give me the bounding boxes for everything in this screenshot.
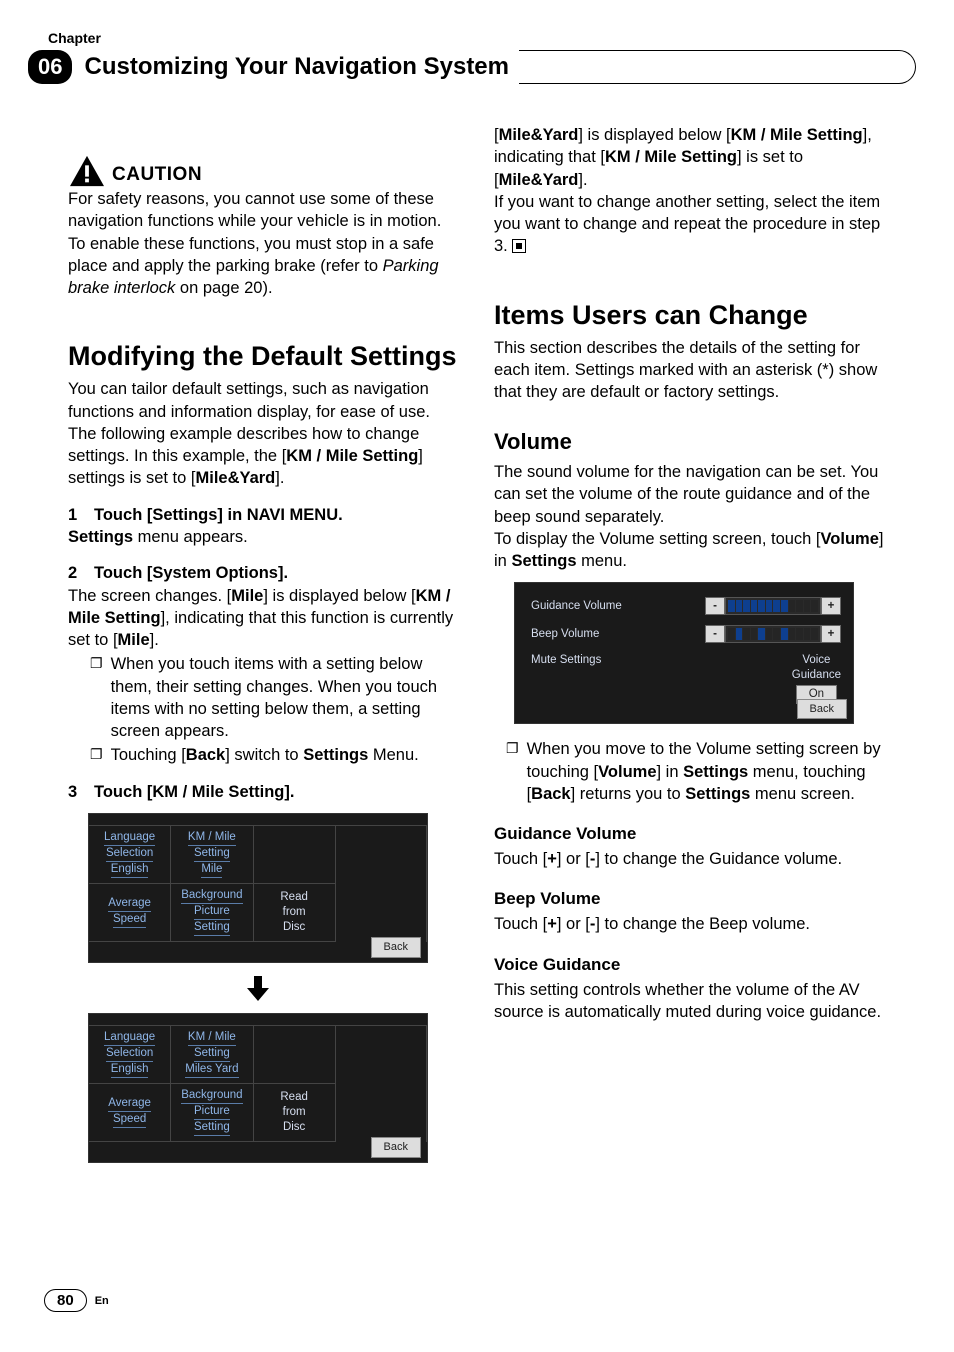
settings-screenshot-2: LanguageSelectionEnglish AverageSpeed KM… [88, 1013, 428, 1163]
left-column: CAUTION For safety reasons, you cannot u… [68, 124, 460, 1173]
volume-bullet: ❐ When you move to the Volume setting sc… [506, 738, 886, 805]
down-arrow-icon [243, 973, 273, 1003]
step2-body: The screen changes. [Mile] is displayed … [68, 585, 460, 652]
voice-guidance-body: This setting controls whether the volume… [494, 979, 886, 1024]
caution-icon [68, 154, 106, 188]
step2-bullet1: ❐ When you touch items with a setting be… [90, 653, 460, 742]
step-3: 3Touch [KM / Mile Setting]. [68, 781, 460, 803]
right-top-p1: [Mile&Yard] is displayed below [KM / Mil… [494, 124, 886, 191]
volume-p2: To display the Volume setting screen, to… [494, 528, 886, 573]
chapter-header: 06 Customizing Your Navigation System [28, 50, 886, 84]
back-button[interactable]: Back [797, 699, 847, 720]
beep-volume-bar[interactable] [725, 625, 821, 643]
volume-heading: Volume [494, 427, 886, 457]
minus-button[interactable]: - [705, 597, 725, 615]
back-button[interactable]: Back [371, 1137, 421, 1158]
section1-p2: The following example describes how to c… [68, 423, 460, 490]
page-lang: En [95, 1295, 109, 1307]
plus-button[interactable]: + [821, 625, 841, 643]
bullet-icon: ❐ [90, 744, 103, 766]
beep-volume-body: Touch [+] or [-] to change the Beep volu… [494, 913, 886, 935]
right-top-p2: If you want to change another setting, s… [494, 191, 886, 258]
minus-button[interactable]: - [705, 625, 725, 643]
chapter-number-badge: 06 [28, 50, 72, 84]
bullet-icon: ❐ [506, 738, 519, 805]
section2-intro: This section describes the details of th… [494, 337, 886, 404]
bullet-icon: ❐ [90, 653, 103, 742]
caution-text: For safety reasons, you cannot use some … [68, 188, 460, 299]
chapter-label: Chapter [48, 30, 886, 46]
guidance-volume-heading: Guidance Volume [494, 823, 886, 846]
volume-screenshot: Guidance Volume - + Beep Volume - + [514, 582, 854, 724]
volume-p1: The sound volume for the navigation can … [494, 461, 886, 528]
page-number: 80 [44, 1289, 87, 1312]
page-footer: 80 En [44, 1289, 109, 1312]
guidance-volume-body: Touch [+] or [-] to change the Guidance … [494, 848, 886, 870]
guidance-volume-label: Guidance Volume [531, 599, 622, 615]
guidance-volume-bar[interactable] [725, 597, 821, 615]
section-title-items: Items Users can Change [494, 300, 886, 331]
step-1: 1Touch [Settings] in NAVI MENU. [68, 504, 460, 526]
step1-body: Settings menu appears. [68, 526, 460, 548]
section-title-modifying: Modifying the Default Settings [68, 341, 460, 372]
beep-volume-heading: Beep Volume [494, 888, 886, 911]
step2-bullet2: ❐ Touching [Back] switch to Settings Men… [90, 744, 460, 766]
mute-settings-label: Mute Settings [531, 653, 601, 669]
back-button[interactable]: Back [371, 937, 421, 958]
chapter-title: Customizing Your Navigation System [84, 53, 509, 81]
mute-voice-guidance[interactable]: Voice Guidance On [792, 653, 841, 704]
section1-p1: You can tailor default settings, such as… [68, 378, 460, 423]
right-column: [Mile&Yard] is displayed below [KM / Mil… [494, 124, 886, 1173]
end-mark-icon [512, 239, 526, 253]
plus-button[interactable]: + [821, 597, 841, 615]
settings-screenshot-1: LanguageSelectionEnglish AverageSpeed KM… [88, 813, 428, 963]
caution-word: CAUTION [112, 162, 202, 188]
voice-guidance-heading: Voice Guidance [494, 954, 886, 977]
step-2: 2Touch [System Options]. [68, 562, 460, 584]
beep-volume-label: Beep Volume [531, 627, 599, 643]
